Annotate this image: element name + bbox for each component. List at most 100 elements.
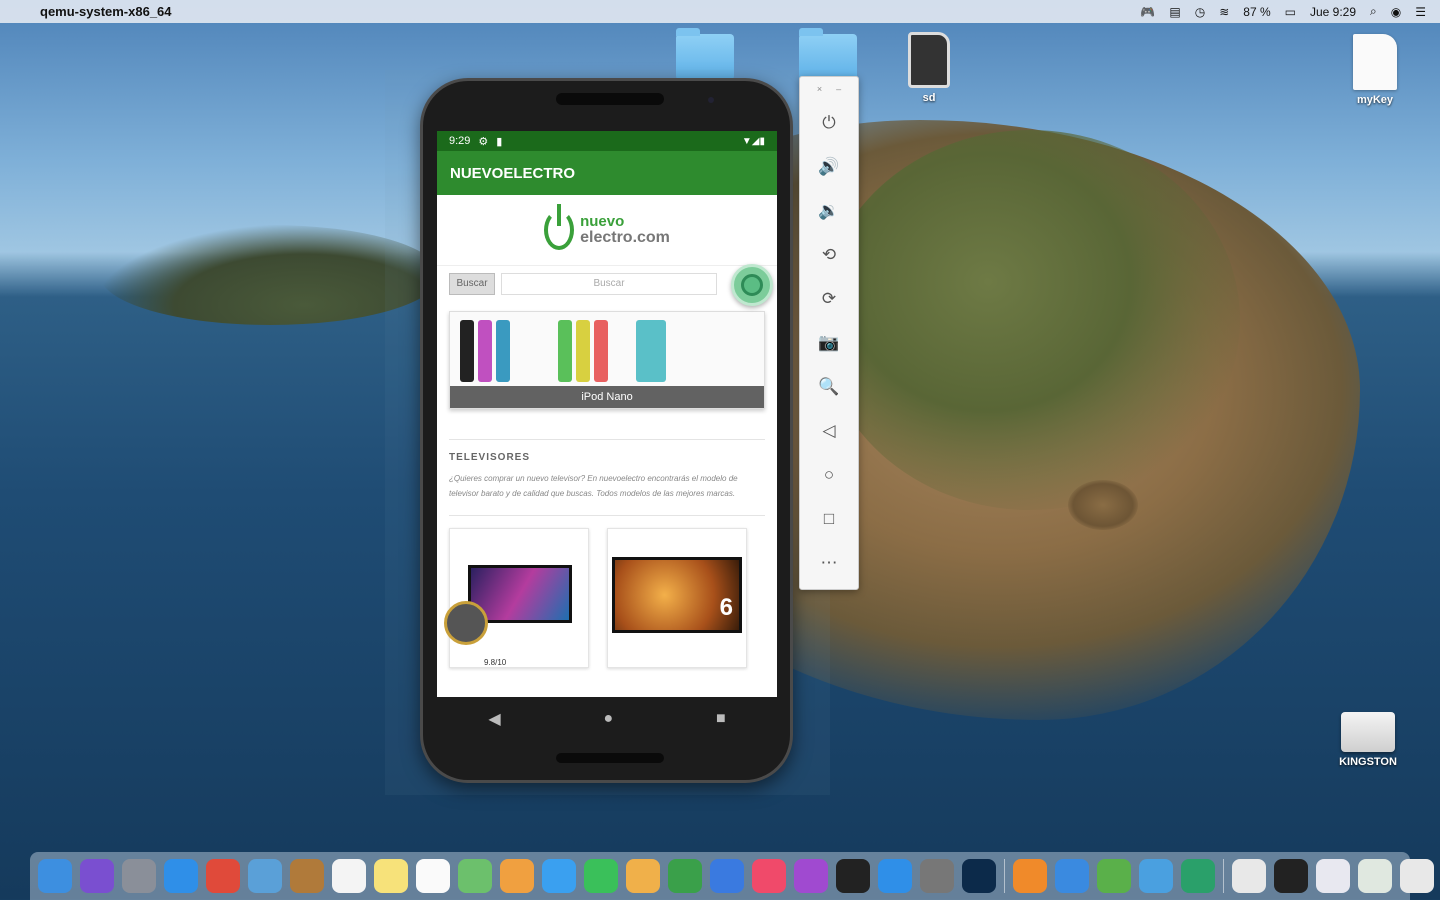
- home-button[interactable]: ○: [809, 453, 849, 497]
- desktop-kingston-drive[interactable]: KINGSTON: [1328, 712, 1408, 768]
- dock-calendar-icon[interactable]: [332, 859, 366, 893]
- tv-image: 6: [612, 557, 742, 633]
- section-title: TELEVISORES: [449, 452, 531, 463]
- dock-siri-icon[interactable]: [80, 859, 114, 893]
- siri-icon[interactable]: ◉: [1391, 5, 1401, 19]
- emulator-toolbar: × – ⏻ 🔊 🔉 ⟲ ⟳ 📷 🔍 ◁ ○ □ ⋯: [799, 76, 859, 590]
- screenshot-button[interactable]: 📷: [809, 321, 849, 365]
- minimize-icon[interactable]: –: [836, 84, 841, 94]
- menu-clock[interactable]: Jue 9:29: [1310, 5, 1356, 19]
- dock-android-studio-icon[interactable]: [1097, 859, 1131, 893]
- phone-bottom-speaker: [556, 753, 664, 763]
- desktop-sd-card[interactable]: sd: [889, 32, 969, 104]
- camera-icon: 📷: [818, 333, 840, 352]
- dock-chrome-icon[interactable]: [206, 859, 240, 893]
- ipod-image: [558, 320, 572, 382]
- overview-button[interactable]: □: [809, 497, 849, 541]
- dock-facetime-icon[interactable]: [584, 859, 618, 893]
- rotate-left-button[interactable]: ⟲: [809, 233, 849, 277]
- nav-recents-icon[interactable]: ■: [716, 710, 726, 728]
- spotlight-search-icon[interactable]: ⌕: [1370, 4, 1377, 19]
- notification-center-icon[interactable]: ☰: [1415, 5, 1426, 19]
- dock-launchpad-icon[interactable]: [122, 859, 156, 893]
- phone-screen[interactable]: 9:29 ⚙ ▮ ▼◢▮ NUEVOELECTRO nuevo electro.…: [437, 131, 777, 697]
- tv-series-badge: 6: [719, 594, 733, 621]
- app-name-menu[interactable]: qemu-system-x86_64: [40, 4, 172, 19]
- floating-action-button[interactable]: [731, 264, 773, 306]
- banner-caption: iPod Nano: [450, 386, 764, 408]
- dock-keynote-icon[interactable]: [710, 859, 744, 893]
- display-icon[interactable]: ▤: [1169, 5, 1180, 19]
- app-bar: NUEVOELECTRO: [437, 151, 777, 195]
- desktop-icon-label: sd: [922, 92, 936, 104]
- search-input[interactable]: Buscar: [501, 272, 717, 295]
- android-emulator-phone: 9:29 ⚙ ▮ ▼◢▮ NUEVOELECTRO nuevo electro.…: [420, 78, 793, 783]
- volume-down-icon: 🔉: [818, 201, 840, 220]
- rotate-right-icon: ⟳: [821, 289, 837, 308]
- dock-migration-icon[interactable]: [1139, 859, 1173, 893]
- game-controller-icon[interactable]: 🎮: [1140, 5, 1155, 19]
- back-triangle-icon: ◁: [822, 421, 836, 440]
- nav-home-icon[interactable]: ●: [603, 710, 613, 728]
- power-button[interactable]: ⏻: [809, 101, 849, 145]
- search-button[interactable]: Buscar: [449, 272, 495, 295]
- dock-preview-icon[interactable]: [248, 859, 282, 893]
- dock-photoshop-icon[interactable]: [962, 859, 996, 893]
- close-icon[interactable]: ×: [817, 84, 822, 94]
- dock-app-store-icon[interactable]: [878, 859, 912, 893]
- signal-battery-icons: ▼◢▮: [741, 135, 765, 147]
- circle-icon: [741, 274, 763, 296]
- dock-messages-blue-icon[interactable]: [542, 859, 576, 893]
- wallpaper-islet: [1068, 480, 1138, 530]
- rotate-right-button[interactable]: ⟳: [809, 277, 849, 321]
- time-machine-icon[interactable]: ◷: [1195, 5, 1205, 19]
- zoom-button[interactable]: 🔍: [809, 365, 849, 409]
- dock-screenshot-3-icon[interactable]: [1400, 859, 1434, 893]
- ipod-image: [496, 320, 510, 382]
- dock-notes-icon[interactable]: [374, 859, 408, 893]
- rotate-left-icon: ⟲: [821, 245, 837, 264]
- more-button[interactable]: ⋯: [809, 541, 849, 585]
- dock-documents-icon[interactable]: [1232, 859, 1266, 893]
- section-description: ¿Quieres comprar un nuevo televisor? En …: [449, 474, 738, 498]
- dock-finder-icon[interactable]: [38, 859, 72, 893]
- sdcard-icon: [908, 32, 950, 88]
- document-icon: [1353, 34, 1397, 90]
- battery-icon[interactable]: ▭: [1285, 5, 1296, 19]
- battery-percent[interactable]: 87 %: [1243, 5, 1270, 19]
- site-logo[interactable]: nuevo electro.com: [437, 195, 777, 265]
- divider: [449, 439, 765, 440]
- menu-bar: qemu-system-x86_64 🎮 ▤ ◷ ≋ 87 % ▭ Jue 9:…: [0, 0, 1440, 23]
- product-banner[interactable]: iPod Nano: [449, 311, 765, 409]
- wifi-icon[interactable]: ≋: [1219, 5, 1229, 19]
- search-bar: Buscar Buscar: [437, 265, 777, 301]
- volume-up-button[interactable]: 🔊: [809, 145, 849, 189]
- product-card-tv-1[interactable]: 9.8/10: [444, 528, 589, 668]
- dock-notes-brown-icon[interactable]: [290, 859, 324, 893]
- dock-photos-icon[interactable]: [500, 859, 534, 893]
- dock-numbers-2-icon[interactable]: [1181, 859, 1215, 893]
- nav-back-icon[interactable]: ◀: [488, 709, 500, 729]
- dock-safari-icon[interactable]: [164, 859, 198, 893]
- dock-xcode-icon[interactable]: [1055, 859, 1089, 893]
- product-card-tv-2[interactable]: 6: [607, 528, 747, 668]
- dock-reminders-icon[interactable]: [416, 859, 450, 893]
- dock-numbers-icon[interactable]: [668, 859, 702, 893]
- ipod-images: [460, 320, 666, 382]
- dock-screenshot-1-icon[interactable]: [1316, 859, 1350, 893]
- dock-pages-icon[interactable]: [626, 859, 660, 893]
- volume-down-button[interactable]: 🔉: [809, 189, 849, 233]
- dock-separator: [1223, 859, 1224, 893]
- dock-terminal-icon[interactable]: [1274, 859, 1308, 893]
- settings-status-icon: ⚙: [478, 135, 489, 148]
- back-button[interactable]: ◁: [809, 409, 849, 453]
- dock-system-preferences-icon[interactable]: [920, 859, 954, 893]
- dock-sublime-icon[interactable]: [1013, 859, 1047, 893]
- dock-screenshot-2-icon[interactable]: [1358, 859, 1392, 893]
- desktop-mykey[interactable]: myKey: [1335, 34, 1415, 106]
- dock-podcasts-icon[interactable]: [794, 859, 828, 893]
- logo-line-2: electro.com: [580, 229, 670, 246]
- dock-music-icon[interactable]: [752, 859, 786, 893]
- dock-tv-icon[interactable]: [836, 859, 870, 893]
- dock-maps-icon[interactable]: [458, 859, 492, 893]
